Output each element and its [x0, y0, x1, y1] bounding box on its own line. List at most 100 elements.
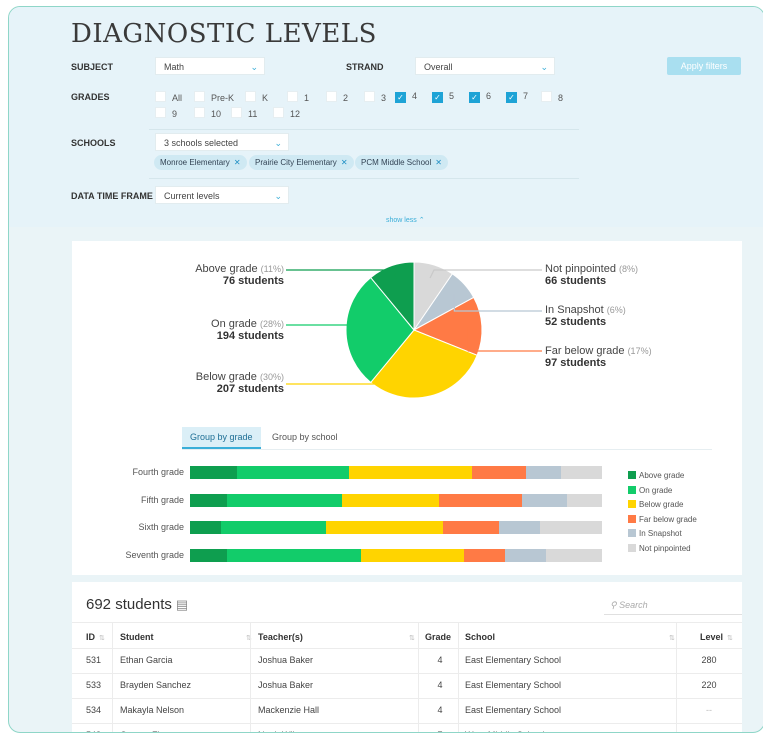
bar-segment-above-grade[interactable]: [190, 549, 228, 562]
strand-select[interactable]: Overall ⌄: [415, 57, 555, 75]
page-title: DIAGNOSTIC LEVELS: [71, 19, 377, 49]
levels-card: Above grade (11%) 76 students On grade (2…: [72, 241, 742, 575]
grade-checkbox-12[interactable]: 12: [273, 107, 300, 119]
stacked-bar[interactable]: [190, 466, 602, 479]
bar-segment-far-below-grade[interactable]: [443, 521, 499, 534]
bar-segment-on-grade[interactable]: [227, 549, 361, 562]
bar-segment-far-below-grade[interactable]: [472, 466, 526, 479]
checkbox-icon[interactable]: [231, 107, 242, 118]
col-label: Teacher(s): [258, 632, 303, 642]
checkbox-icon[interactable]: [155, 107, 166, 118]
legend-label: Far below grade: [639, 514, 697, 524]
grade-label: 7: [523, 91, 529, 101]
grade-checkbox-pre-k[interactable]: Pre-K: [194, 91, 234, 103]
school-chip[interactable]: Prairie City Elementary ✕: [249, 155, 354, 170]
col-school[interactable]: School: [465, 626, 495, 648]
timeframe-label: DATA TIME FRAME: [71, 191, 153, 201]
bar-segment-on-grade[interactable]: [237, 466, 349, 479]
bar-segment-far-below-grade[interactable]: [439, 494, 522, 507]
col-id[interactable]: ID ⇅: [86, 626, 105, 648]
bar-segment-not-pinpointed[interactable]: [560, 466, 602, 479]
timeframe-value: Current levels: [164, 191, 220, 201]
sort-icon[interactable]: ⇅: [405, 626, 415, 648]
col-label: Level: [700, 632, 724, 642]
bar-segment-below-grade[interactable]: [348, 466, 473, 479]
close-icon[interactable]: ✕: [341, 158, 348, 167]
col-teacher[interactable]: Teacher(s): [258, 626, 303, 648]
bar-segment-not-pinpointed[interactable]: [566, 494, 602, 507]
grade-checkbox-all[interactable]: All: [155, 91, 182, 103]
stacked-bar[interactable]: [190, 494, 602, 507]
bar-segment-above-grade[interactable]: [190, 466, 238, 479]
checkbox-icon[interactable]: [155, 91, 166, 102]
export-icon[interactable]: ▤: [176, 597, 188, 612]
grade-checkbox-4[interactable]: ✓ 4: [395, 91, 417, 103]
grade-checkbox-11[interactable]: 11: [231, 107, 257, 119]
close-icon[interactable]: ✕: [435, 158, 442, 167]
checkbox-icon[interactable]: [194, 91, 205, 102]
subject-select[interactable]: Math ⌄: [155, 57, 265, 75]
chevron-down-icon: ⌄: [274, 138, 282, 148]
checkbox-checked-icon[interactable]: ✓: [432, 92, 443, 103]
bar-segment-below-grade[interactable]: [342, 494, 440, 507]
grade-checkbox-9[interactable]: 9: [155, 107, 177, 119]
checkbox-checked-icon[interactable]: ✓: [469, 92, 480, 103]
chip-label: PCM Middle School: [361, 158, 432, 167]
stacked-bar[interactable]: [190, 521, 602, 534]
checkbox-checked-icon[interactable]: ✓: [506, 92, 517, 103]
search-input[interactable]: ⚲ Search: [604, 595, 742, 615]
timeframe-select[interactable]: Current levels ⌄: [155, 186, 289, 204]
slice-students: 66 students: [545, 275, 607, 287]
strand-label: STRAND: [346, 62, 384, 72]
col-student[interactable]: Student: [120, 626, 154, 648]
grade-checkbox-8[interactable]: 8: [541, 91, 563, 103]
grade-checkbox-5[interactable]: ✓ 5: [432, 91, 454, 103]
grade-checkbox-2[interactable]: 2: [326, 91, 348, 103]
students-table-panel: 692 students ▤ ⚲ Search ID ⇅ Student ⇅ Tea…: [72, 582, 742, 732]
bar-segment-in-snapshot[interactable]: [505, 549, 547, 562]
chevron-down-icon: ⌄: [250, 62, 258, 72]
bar-segment-below-grade[interactable]: [360, 549, 464, 562]
sort-icon[interactable]: ⇅: [665, 626, 675, 648]
checkbox-icon[interactable]: [273, 107, 284, 118]
tab-group-by-grade[interactable]: Group by grade: [182, 427, 261, 449]
col-grade[interactable]: Grade: [425, 626, 451, 648]
bar-segment-in-snapshot[interactable]: [498, 521, 541, 534]
pie-label-snapshot: In Snapshot (6%) 52 students: [545, 304, 626, 328]
tab-group-by-school[interactable]: Group by school: [264, 427, 346, 447]
bar-segment-far-below-grade[interactable]: [463, 549, 506, 562]
bar-segment-below-grade[interactable]: [325, 521, 444, 534]
stacked-bar[interactable]: [190, 549, 602, 562]
checkbox-icon[interactable]: [541, 91, 552, 102]
grade-checkbox-3[interactable]: 3: [364, 91, 386, 103]
grade-checkbox-7[interactable]: ✓ 7: [506, 91, 528, 103]
bar-segment-in-snapshot[interactable]: [521, 494, 567, 507]
bar-segment-above-grade[interactable]: [190, 521, 221, 534]
slice-pct: (28%): [259, 319, 284, 329]
grade-checkbox-k[interactable]: K: [245, 91, 268, 103]
cell-level: --: [706, 705, 712, 715]
slice-students: 76 students: [222, 275, 284, 287]
show-less-link[interactable]: show less ⌃: [386, 216, 425, 224]
checkbox-icon[interactable]: [364, 91, 375, 102]
school-chip[interactable]: Monroe Elementary ✕: [154, 155, 247, 170]
schools-select[interactable]: 3 schools selected ⌄: [155, 133, 289, 151]
checkbox-icon[interactable]: [287, 91, 298, 102]
checkbox-icon[interactable]: [194, 107, 205, 118]
school-chip[interactable]: PCM Middle School ✕: [355, 155, 448, 170]
col-level[interactable]: Level ⇅: [700, 626, 733, 648]
checkbox-icon[interactable]: [245, 91, 256, 102]
bar-segment-above-grade[interactable]: [190, 494, 228, 507]
grade-checkbox-1[interactable]: 1: [287, 91, 309, 103]
grade-checkbox-10[interactable]: 10: [194, 107, 221, 119]
bar-segment-in-snapshot[interactable]: [525, 466, 561, 479]
bar-segment-not-pinpointed[interactable]: [540, 521, 602, 534]
bar-segment-on-grade[interactable]: [220, 521, 326, 534]
close-icon[interactable]: ✕: [234, 158, 241, 167]
checkbox-icon[interactable]: [326, 91, 337, 102]
grade-checkbox-6[interactable]: ✓ 6: [469, 91, 491, 103]
checkbox-checked-icon[interactable]: ✓: [395, 92, 406, 103]
bar-segment-on-grade[interactable]: [227, 494, 343, 507]
apply-filters-button[interactable]: Apply filters: [667, 57, 741, 75]
bar-segment-not-pinpointed[interactable]: [546, 549, 602, 562]
